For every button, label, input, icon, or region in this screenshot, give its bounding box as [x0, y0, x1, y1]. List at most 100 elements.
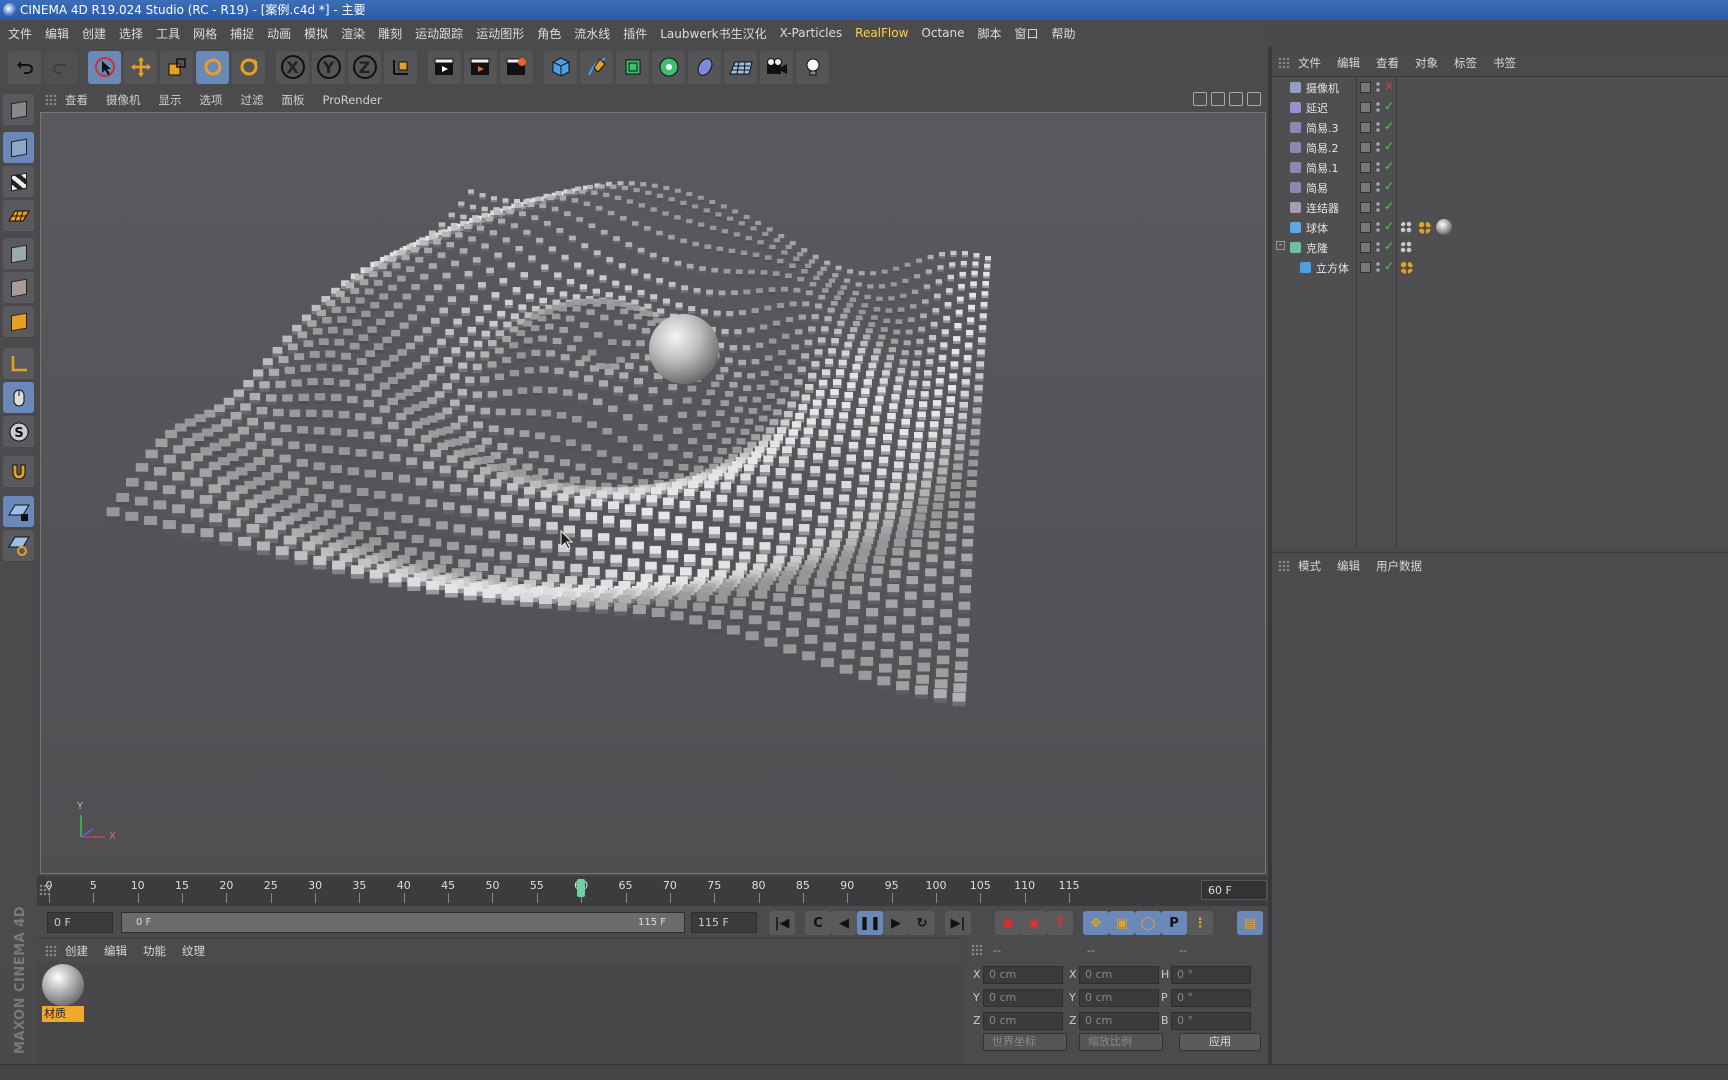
layer-swatch[interactable] — [1360, 262, 1371, 273]
render-to-picture-viewer-icon[interactable] — [464, 50, 497, 84]
snapping-magnet-icon[interactable] — [3, 456, 34, 487]
enabled-check-icon[interactable]: ✓ — [1384, 239, 1394, 253]
coord-value-field[interactable]: 0 cm — [983, 989, 1063, 1007]
render-settings-icon[interactable] — [500, 50, 533, 84]
menu-item-22[interactable]: 帮助 — [1052, 25, 1085, 42]
object-row[interactable]: 简易.1 ✓ — [1272, 158, 1728, 178]
menu-item-0[interactable]: 文件 — [8, 25, 41, 42]
menu-item-7[interactable]: 动画 — [267, 25, 300, 42]
recent-tool-icon[interactable] — [232, 50, 265, 84]
coord-value-field[interactable]: 0 ° — [1171, 1012, 1251, 1030]
make-editable-icon[interactable] — [3, 94, 34, 125]
enabled-check-icon[interactable]: ✓ — [1384, 179, 1394, 193]
dolly-view-icon[interactable] — [1211, 92, 1225, 106]
live-selection-tool-icon[interactable] — [88, 50, 121, 84]
layer-swatch[interactable] — [1360, 162, 1371, 173]
menu-item-17[interactable]: X-Particles — [780, 26, 852, 40]
preview-range-slider[interactable]: 0 F 115 F — [121, 912, 685, 933]
object-menu-item-1[interactable]: 编辑 — [1337, 55, 1360, 71]
object-menu-item-2[interactable]: 查看 — [1376, 55, 1399, 71]
material-swatch[interactable]: 材质 — [42, 964, 84, 1024]
object-row[interactable]: 球体 ✓ — [1272, 218, 1728, 238]
axis-mode-icon[interactable] — [3, 348, 34, 379]
edges-mode-icon[interactable] — [3, 272, 34, 303]
material-menu-item-1[interactable]: 编辑 — [104, 943, 127, 959]
viewport-menu-item-4[interactable]: 过滤 — [241, 92, 264, 108]
menu-item-5[interactable]: 网格 — [193, 25, 226, 42]
material-menu-item-0[interactable]: 创建 — [65, 943, 88, 959]
enabled-check-icon[interactable]: ✓ — [1384, 219, 1394, 233]
menu-item-9[interactable]: 渲染 — [341, 25, 374, 42]
key-position-icon[interactable]: ✥ — [1083, 911, 1109, 935]
material-tag-icon[interactable] — [1436, 219, 1452, 235]
keyframe-selection-icon[interactable]: ? — [1047, 911, 1073, 935]
coord-value-field[interactable]: 0 cm — [1079, 989, 1159, 1007]
object-row[interactable]: 简易.2 ✓ — [1272, 138, 1728, 158]
attribute-menu-item-0[interactable]: 模式 — [1298, 558, 1321, 574]
coord-value-field[interactable]: 0 cm — [1079, 966, 1159, 984]
polygons-mode-icon[interactable] — [3, 306, 34, 337]
object-row[interactable]: 克隆 ✓ - — [1272, 238, 1728, 258]
cloner-tag-icon[interactable] — [1400, 261, 1413, 274]
menu-item-3[interactable]: 选择 — [119, 25, 152, 42]
timeline-window-icon[interactable]: ▤ — [1237, 911, 1263, 935]
render-view-icon[interactable] — [428, 50, 461, 84]
pause-icon[interactable]: ❚❚ — [857, 911, 883, 935]
coord-value-field[interactable]: 0 ° — [1171, 989, 1251, 1007]
menu-item-20[interactable]: 脚本 — [978, 25, 1011, 42]
visibility-dots-icon[interactable] — [1376, 121, 1380, 133]
previous-key-icon[interactable]: C — [805, 911, 831, 935]
material-menu-item-3[interactable]: 纹理 — [182, 943, 205, 959]
key-parameter-icon[interactable]: P — [1161, 911, 1187, 935]
enabled-check-icon[interactable]: ✓ — [1384, 259, 1394, 273]
object-menu-item-4[interactable]: 标签 — [1454, 55, 1477, 71]
menu-item-6[interactable]: 捕捉 — [230, 25, 263, 42]
record-keys-icon[interactable]: ● — [995, 911, 1021, 935]
cloner-tag-icon[interactable] — [1418, 221, 1431, 234]
menu-item-10[interactable]: 雕刻 — [378, 25, 411, 42]
attribute-menu-item-1[interactable]: 编辑 — [1337, 558, 1360, 574]
autokeying-icon[interactable]: ◉ — [1021, 911, 1047, 935]
menu-item-12[interactable]: 运动图形 — [476, 25, 533, 42]
object-row[interactable]: 连结器 ✓ — [1272, 198, 1728, 218]
solo-mode-icon[interactable]: S — [3, 416, 34, 447]
mograph-tag-icon[interactable] — [1400, 221, 1413, 234]
tweak-mode-icon[interactable] — [3, 382, 34, 413]
coord-value-field[interactable]: 0 cm — [1079, 1012, 1159, 1030]
apply-button[interactable]: 应用 — [1179, 1033, 1261, 1051]
viewport-menu-item-6[interactable]: ProRender — [323, 93, 382, 107]
next-frame-icon[interactable]: ▶ — [883, 911, 909, 935]
layer-swatch[interactable] — [1360, 142, 1371, 153]
visibility-dots-icon[interactable] — [1376, 161, 1380, 173]
object-row[interactable]: 简易 ✓ — [1272, 178, 1728, 198]
light-object-icon[interactable] — [796, 50, 829, 84]
viewport-menu-item-5[interactable]: 面板 — [282, 92, 305, 108]
mograph-tag-icon[interactable] — [1400, 241, 1413, 254]
object-menu-item-0[interactable]: 文件 — [1298, 55, 1321, 71]
subdivision-surface-icon[interactable] — [616, 50, 649, 84]
menu-item-4[interactable]: 工具 — [156, 25, 189, 42]
rotate-tool-icon[interactable] — [196, 50, 229, 84]
visibility-dots-icon[interactable] — [1376, 181, 1380, 193]
material-menu-item-2[interactable]: 功能 — [143, 943, 166, 959]
cube-primitive-icon[interactable] — [544, 50, 577, 84]
redo-button[interactable] — [44, 50, 77, 84]
x-axis-lock-button[interactable]: X — [276, 50, 309, 84]
visibility-dots-icon[interactable] — [1376, 101, 1380, 113]
coord-value-field[interactable]: 0 cm — [983, 966, 1063, 984]
maximize-view-icon[interactable] — [1247, 92, 1261, 106]
enabled-check-icon[interactable]: ✓ — [1384, 99, 1394, 113]
viewport-menu-item-3[interactable]: 选项 — [200, 92, 223, 108]
menu-item-19[interactable]: Octane — [921, 26, 973, 40]
visibility-dots-icon[interactable] — [1376, 201, 1380, 213]
coordinate-system-icon[interactable] — [384, 50, 417, 84]
go-to-start-icon[interactable]: |◀ — [769, 911, 795, 935]
cloner-mograph-icon[interactable] — [652, 50, 685, 84]
layer-swatch[interactable] — [1360, 222, 1371, 233]
next-key-icon[interactable]: ↻ — [909, 911, 935, 935]
visibility-dots-icon[interactable] — [1376, 221, 1380, 233]
end-frame-field[interactable]: 115 F — [691, 912, 757, 933]
z-axis-lock-button[interactable]: Z — [348, 50, 381, 84]
previous-frame-icon[interactable]: ◀ — [831, 911, 857, 935]
menu-item-8[interactable]: 模拟 — [304, 25, 337, 42]
